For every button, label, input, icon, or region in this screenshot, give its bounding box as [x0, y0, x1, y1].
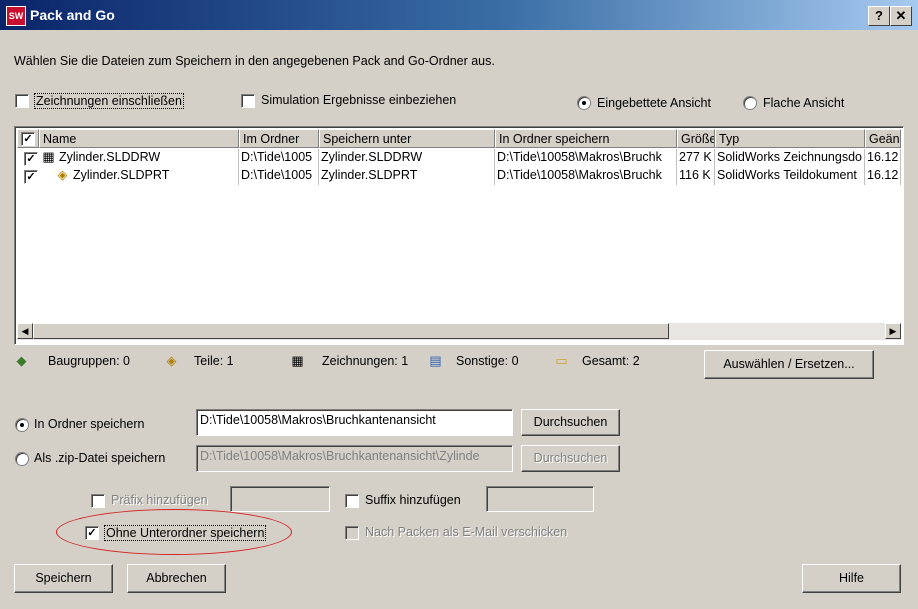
column-header-in-folder[interactable]: Im Ordner — [239, 129, 319, 148]
save-folder-path-input[interactable]: D:\Tide\10058\Makros\Bruchkantenansicht — [196, 409, 513, 436]
row-in-folder: D:\Tide\1005 — [239, 149, 319, 167]
suffix-label[interactable]: Suffix hinzufügen — [365, 493, 461, 507]
table-row[interactable]: ✓ ◈ Zylinder.SLDPRT D:\Tide\1005 Zylinde… — [17, 167, 901, 185]
nested-view-radio[interactable] — [577, 96, 591, 110]
save-folder-radio[interactable] — [15, 418, 29, 432]
row-modified: 16.12 — [865, 167, 901, 185]
part-icon: ◈ — [166, 353, 177, 368]
save-zip-radio[interactable] — [15, 452, 29, 466]
row-in-folder: D:\Tide\1005 — [239, 167, 319, 185]
column-header-modified[interactable]: Geänd — [865, 129, 901, 148]
cancel-button[interactable]: Abbrechen — [127, 564, 226, 593]
include-simulation-checkbox[interactable] — [241, 94, 255, 108]
row-type: SolidWorks Zeichnungsdo — [715, 149, 865, 167]
zip-path-input: D:\Tide\10058\Makros\Bruchkantenansicht\… — [196, 445, 513, 472]
assemblies-count: Baugruppen: 0 — [48, 354, 131, 368]
include-drawings-checkbox[interactable] — [15, 94, 29, 108]
other-count: Sonstige: 0 — [456, 354, 519, 368]
row-name: Zylinder.SLDPRT — [71, 167, 239, 185]
select-all-checkbox[interactable]: ✓ — [21, 132, 35, 146]
scroll-thumb[interactable] — [33, 323, 669, 339]
drawing-file-icon: ▦ — [42, 149, 55, 164]
include-simulation-label[interactable]: Simulation Ergebnisse einbeziehen — [261, 93, 456, 107]
window-title: Pack and Go — [30, 7, 115, 23]
title-bar[interactable] — [0, 0, 918, 30]
file-list[interactable]: ✓ Name Im Ordner Speichern unter In Ordn… — [14, 126, 904, 345]
drawing-icon: ▦ — [291, 353, 304, 368]
row-modified: 16.12 — [865, 149, 901, 167]
column-header-size[interactable]: Größe — [677, 129, 715, 148]
suffix-input — [486, 486, 594, 512]
email-checkbox — [345, 526, 359, 540]
suffix-checkbox[interactable] — [345, 494, 359, 508]
include-drawings-label[interactable]: Zeichnungen einschließen — [34, 93, 184, 109]
part-file-icon: ◈ — [57, 167, 68, 182]
other-files-icon: ▤ — [429, 353, 442, 368]
instruction-text: Wählen Sie die Dateien zum Speichern in … — [14, 54, 495, 68]
row-checkbox[interactable]: ✓ — [24, 170, 38, 184]
prefix-input — [230, 486, 330, 512]
assembly-icon: ◆ — [16, 353, 27, 368]
column-header-check[interactable]: ✓ — [17, 129, 39, 148]
scroll-left-icon[interactable]: ◀ — [17, 323, 33, 339]
row-checkbox[interactable]: ✓ — [24, 152, 38, 166]
row-save-as[interactable]: Zylinder.SLDPRT — [319, 167, 495, 185]
flat-view-label[interactable]: Flache Ansicht — [763, 96, 844, 110]
flat-view-radio[interactable] — [743, 96, 757, 110]
help-question-button[interactable]: ? — [868, 6, 890, 26]
row-save-to[interactable]: D:\Tide\10058\Makros\Bruchk — [495, 149, 677, 167]
email-label: Nach Packen als E-Mail verschicken — [365, 525, 568, 539]
save-zip-label[interactable]: Als .zip-Datei speichern — [34, 451, 165, 465]
table-row[interactable]: ✓ ▦ Zylinder.SLDDRW D:\Tide\1005 Zylinde… — [17, 149, 901, 167]
column-header-name[interactable]: Name — [39, 129, 239, 148]
row-save-to[interactable]: D:\Tide\10058\Makros\Bruchk — [495, 167, 677, 185]
scroll-right-icon[interactable]: ▶ — [885, 323, 901, 339]
help-button[interactable]: Hilfe — [802, 564, 901, 593]
close-icon[interactable]: ✕ — [890, 6, 912, 26]
total-count: Gesamt: 2 — [582, 354, 640, 368]
prefix-label[interactable]: Präfix hinzufügen — [111, 493, 208, 507]
prefix-checkbox[interactable] — [91, 494, 105, 508]
row-type: SolidWorks Teildokument — [715, 167, 865, 185]
column-header-save-to[interactable]: In Ordner speichern — [495, 129, 677, 148]
row-save-as[interactable]: Zylinder.SLDDRW — [319, 149, 495, 167]
column-header-save-as[interactable]: Speichern unter — [319, 129, 495, 148]
column-header-type[interactable]: Typ — [715, 129, 865, 148]
row-size: 116 K — [677, 167, 715, 185]
select-replace-button[interactable]: Auswählen / Ersetzen... — [704, 350, 874, 379]
browse-zip-button: Durchsuchen — [521, 445, 620, 472]
drawings-count: Zeichnungen: 1 — [322, 354, 409, 368]
browse-folder-button[interactable]: Durchsuchen — [521, 409, 620, 436]
solidworks-app-icon: SW — [6, 6, 26, 26]
red-annotation-ellipse — [56, 509, 292, 555]
parts-count: Teile: 1 — [194, 354, 234, 368]
row-size: 277 K — [677, 149, 715, 167]
nested-view-label[interactable]: Eingebettete Ansicht — [597, 96, 711, 110]
save-button[interactable]: Speichern — [14, 564, 113, 593]
row-name: Zylinder.SLDDRW — [57, 149, 239, 167]
folder-icon: ▭ — [555, 353, 568, 368]
horizontal-scrollbar[interactable]: ◀ ▶ — [17, 323, 901, 340]
save-folder-label[interactable]: In Ordner speichern — [34, 417, 144, 431]
